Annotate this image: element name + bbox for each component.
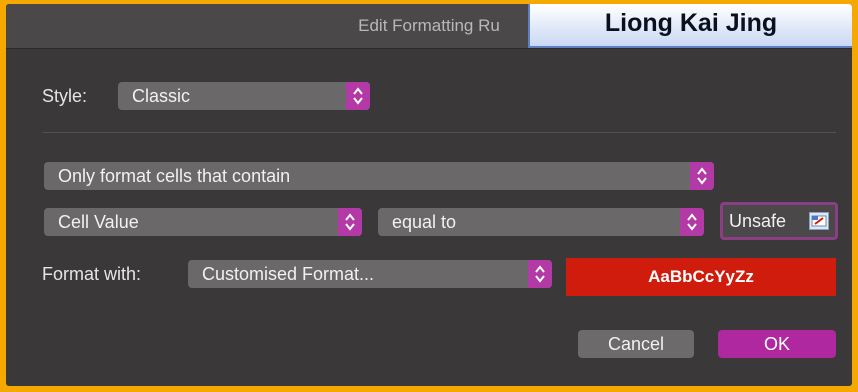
chevron-updown-icon <box>346 82 370 110</box>
condition-field-popup[interactable]: Cell Value <box>44 208 362 236</box>
condition-value-text: Unsafe <box>729 211 787 231</box>
format-with-label: Format with: <box>42 264 142 284</box>
condition-operator-popup[interactable]: equal to <box>378 208 704 236</box>
rule-type-popup[interactable]: Only format cells that contain <box>44 162 714 190</box>
style-popup[interactable]: Classic <box>118 82 370 110</box>
divider <box>42 132 836 133</box>
format-preview: AaBbCcYyZz <box>566 258 836 296</box>
format-value: Customised Format... <box>202 264 375 284</box>
chevron-updown-icon <box>338 208 362 236</box>
chevron-updown-icon <box>690 162 714 190</box>
rule-type-value: Only format cells that contain <box>58 166 291 186</box>
condition-operator-value: equal to <box>392 212 457 232</box>
cancel-button[interactable]: Cancel <box>578 330 694 358</box>
style-value: Classic <box>132 86 191 106</box>
chevron-updown-icon <box>528 260 552 288</box>
edit-formatting-rule-dialog: Edit Formatting Ru Style: Classic Only f… <box>6 4 852 386</box>
chevron-updown-icon <box>680 208 704 236</box>
style-label: Style: <box>42 86 88 106</box>
cell-reference-icon[interactable] <box>809 212 829 230</box>
format-popup[interactable]: Customised Format... <box>188 260 552 288</box>
condition-field-value: Cell Value <box>58 212 139 232</box>
condition-value-field[interactable]: Unsafe <box>720 202 838 240</box>
ok-button[interactable]: OK <box>718 330 836 358</box>
name-tag-overlay: Liong Kai Jing <box>528 4 852 48</box>
